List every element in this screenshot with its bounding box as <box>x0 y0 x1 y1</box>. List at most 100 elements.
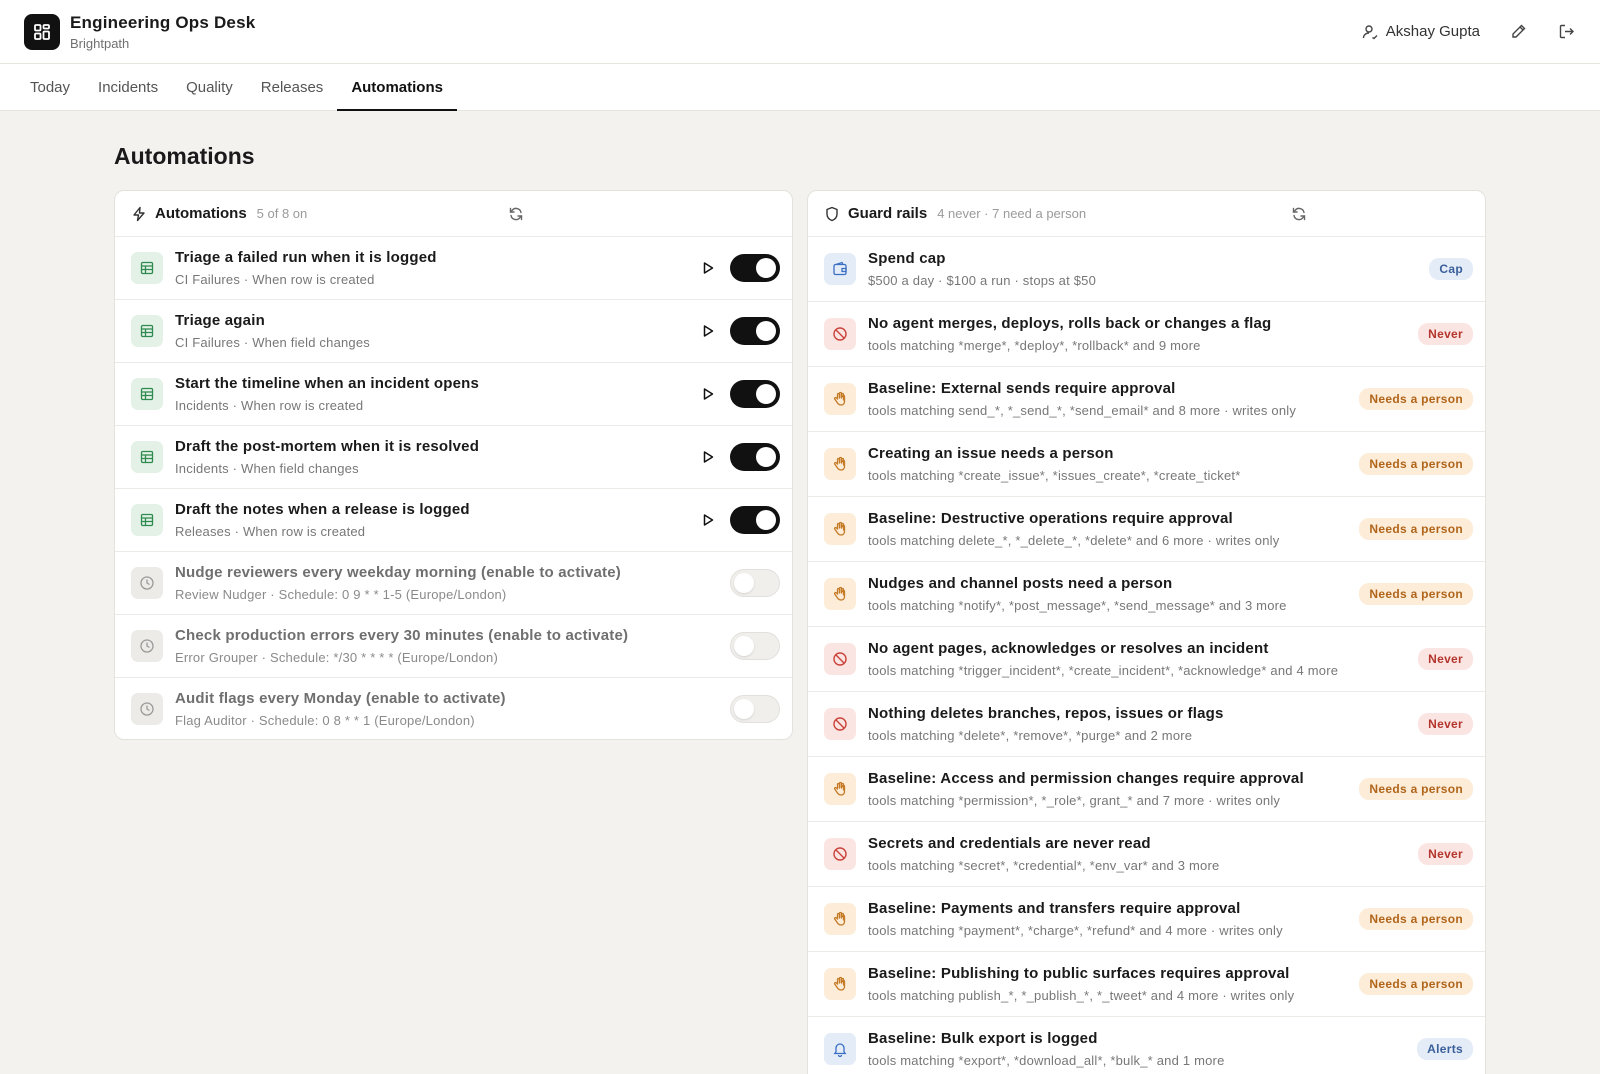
automation-subtitle: Incidents · When field changes <box>175 461 359 476</box>
automation-toggle[interactable] <box>730 506 780 534</box>
automation-title: Triage a failed run when it is logged <box>175 249 437 266</box>
org-name: Brightpath <box>70 35 130 51</box>
automation-subtitle: Review Nudger · Schedule: 0 9 * * 1-5 (E… <box>175 587 507 602</box>
toggle-knob <box>756 384 776 404</box>
header-actions: Akshay Gupta <box>1362 22 1576 42</box>
guardrail-row[interactable]: No agent merges, deploys, rolls back or … <box>808 302 1485 367</box>
user-menu[interactable]: Akshay Gupta <box>1362 23 1480 40</box>
automation-row[interactable]: Audit flags every Monday (enable to acti… <box>115 678 792 739</box>
guardrails-title: Guard rails <box>848 205 928 222</box>
guardrail-text: Nudges and channel posts need a person t… <box>868 575 1359 613</box>
user-icon <box>1362 24 1378 39</box>
guardrail-text: Baseline: Publishing to public surfaces … <box>868 965 1359 1003</box>
ban-icon <box>824 708 856 740</box>
automation-text: Draft the notes when a release is logged… <box>175 501 698 539</box>
guardrail-subtitle: tools matching *trigger_incident*, *crea… <box>868 663 1339 678</box>
app-name: Engineering Ops Desk <box>70 12 256 32</box>
guardrail-badge: Never <box>1418 843 1473 865</box>
main-tabs: Today Incidents Quality Releases Automat… <box>0 64 1600 111</box>
automation-toggle[interactable] <box>730 569 780 597</box>
automation-row[interactable]: Start the timeline when an incident open… <box>115 363 792 426</box>
guardrail-badge: Alerts <box>1417 1038 1473 1060</box>
refresh-icon[interactable] <box>506 204 526 224</box>
bell-icon <box>824 1033 856 1065</box>
guardrail-row[interactable]: Baseline: Access and permission changes … <box>808 757 1485 822</box>
automation-subtitle: Flag Auditor · Schedule: 0 8 * * 1 (Euro… <box>175 713 475 728</box>
guardrail-row[interactable]: No agent pages, acknowledges or resolves… <box>808 627 1485 692</box>
guardrail-subtitle: tools matching *secret*, *credential*, *… <box>868 858 1220 873</box>
automation-toggle[interactable] <box>730 254 780 282</box>
guardrail-text: No agent merges, deploys, rolls back or … <box>868 315 1418 353</box>
automation-row[interactable]: Nudge reviewers every weekday morning (e… <box>115 552 792 615</box>
guardrail-title: Nothing deletes branches, repos, issues … <box>868 705 1224 722</box>
automation-subtitle: Releases · When row is created <box>175 524 366 539</box>
automation-row[interactable]: Draft the post-mortem when it is resolve… <box>115 426 792 489</box>
guardrail-row[interactable]: Baseline: External sends require approva… <box>808 367 1485 432</box>
guardrail-row[interactable]: Baseline: Bulk export is logged tools ma… <box>808 1017 1485 1074</box>
guardrail-list: Spend cap $500 a day · $100 a run · stop… <box>808 237 1485 1074</box>
automation-toggle[interactable] <box>730 695 780 723</box>
guardrail-subtitle: tools matching *permission*, *_role*, gr… <box>868 793 1281 808</box>
guardrail-row[interactable]: Nothing deletes branches, repos, issues … <box>808 692 1485 757</box>
guardrail-title: No agent merges, deploys, rolls back or … <box>868 315 1272 332</box>
automation-toggle[interactable] <box>730 317 780 345</box>
lightning-icon <box>133 206 145 221</box>
guardrail-text: Baseline: External sends require approva… <box>868 380 1359 418</box>
guardrail-subtitle: tools matching send_*, *_send_*, *send_e… <box>868 403 1297 418</box>
guardrail-subtitle: tools matching *create_issue*, *issues_c… <box>868 468 1241 483</box>
logout-icon[interactable] <box>1556 22 1576 42</box>
run-now-play-icon[interactable] <box>698 384 718 404</box>
guardrail-badge: Needs a person <box>1359 778 1473 800</box>
guardrail-row[interactable]: Secrets and credentials are never read t… <box>808 822 1485 887</box>
tab-today[interactable]: Today <box>16 64 84 110</box>
automation-row[interactable]: Draft the notes when a release is logged… <box>115 489 792 552</box>
refresh-icon[interactable] <box>1289 204 1309 224</box>
automation-toggle[interactable] <box>730 380 780 408</box>
hand-icon <box>824 513 856 545</box>
run-now-play-icon[interactable] <box>698 321 718 341</box>
guardrails-panel-header: Guard rails 4 never · 7 need a person <box>808 191 1485 237</box>
tab-quality[interactable]: Quality <box>172 64 247 110</box>
automation-toggle[interactable] <box>730 632 780 660</box>
run-now-play-icon[interactable] <box>698 258 718 278</box>
guardrail-row[interactable]: Spend cap $500 a day · $100 a run · stop… <box>808 237 1485 302</box>
automation-title: Start the timeline when an incident open… <box>175 375 480 392</box>
guardrail-row[interactable]: Baseline: Payments and transfers require… <box>808 887 1485 952</box>
edit-icon[interactable] <box>1508 22 1528 42</box>
guardrail-subtitle: tools matching delete_*, *_delete_*, *de… <box>868 533 1280 548</box>
table-icon <box>131 504 163 536</box>
hand-icon <box>824 903 856 935</box>
ban-icon <box>824 318 856 350</box>
top-bar: Engineering Ops Desk Brightpath Akshay G… <box>0 0 1600 64</box>
guardrail-subtitle: tools matching *merge*, *deploy*, *rollb… <box>868 338 1201 353</box>
run-now-play-icon[interactable] <box>698 510 718 530</box>
automation-text: Draft the post-mortem when it is resolve… <box>175 438 698 476</box>
toggle-knob <box>734 636 754 656</box>
clock-icon <box>131 567 163 599</box>
guardrail-row[interactable]: Baseline: Publishing to public surfaces … <box>808 952 1485 1017</box>
automation-row[interactable]: Check production errors every 30 minutes… <box>115 615 792 678</box>
guardrail-row[interactable]: Creating an issue needs a person tools m… <box>808 432 1485 497</box>
guardrail-title: No agent pages, acknowledges or resolves… <box>868 640 1269 657</box>
guardrail-title: Baseline: Bulk export is logged <box>868 1030 1098 1047</box>
tab-automations[interactable]: Automations <box>337 64 457 111</box>
guardrail-title: Baseline: Publishing to public surfaces … <box>868 965 1290 982</box>
toggle-knob <box>734 573 754 593</box>
automation-row[interactable]: Triage again CI Failures · When field ch… <box>115 300 792 363</box>
guardrail-subtitle: tools matching *notify*, *post_message*,… <box>868 598 1287 613</box>
automation-row[interactable]: Triage a failed run when it is logged CI… <box>115 237 792 300</box>
tab-incidents[interactable]: Incidents <box>84 64 172 110</box>
automation-toggle[interactable] <box>730 443 780 471</box>
app-logo-icon[interactable] <box>24 13 60 50</box>
guardrail-row[interactable]: Nudges and channel posts need a person t… <box>808 562 1485 627</box>
run-now-play-icon[interactable] <box>698 447 718 467</box>
toggle-knob <box>756 258 776 278</box>
automation-subtitle: Error Grouper · Schedule: */30 * * * * (… <box>175 650 498 665</box>
clock-icon <box>131 630 163 662</box>
guardrail-row[interactable]: Baseline: Destructive operations require… <box>808 497 1485 562</box>
tab-releases[interactable]: Releases <box>247 64 338 110</box>
guardrail-text: Baseline: Destructive operations require… <box>868 510 1359 548</box>
toggle-knob <box>734 699 754 719</box>
guardrail-badge: Needs a person <box>1359 908 1473 930</box>
automations-summary: 5 of 8 on <box>256 206 308 221</box>
